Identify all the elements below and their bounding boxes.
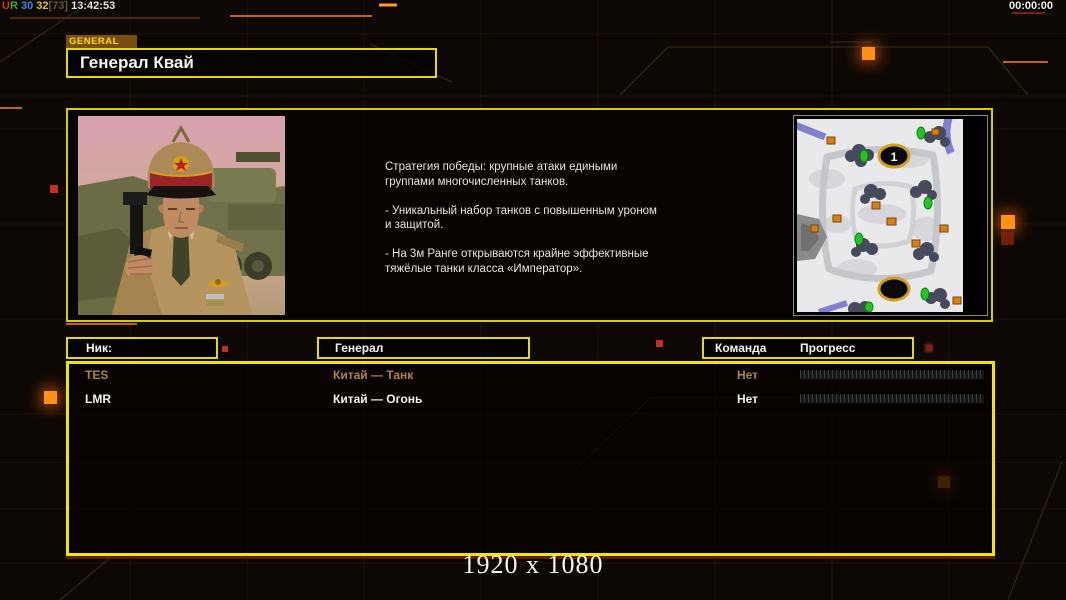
player-nick: TES bbox=[85, 368, 109, 382]
red-square bbox=[656, 340, 663, 347]
player-general: Китай — Танк bbox=[333, 368, 414, 382]
glow-square bbox=[862, 47, 875, 60]
player-general: Китай — Огонь bbox=[333, 392, 423, 406]
hud-divider bbox=[10, 17, 200, 19]
glow-square bbox=[44, 391, 57, 404]
column-header-progress: Прогресс bbox=[800, 341, 856, 355]
minimap-image: 1 bbox=[797, 119, 963, 312]
page-title-box: Генерал Квай bbox=[66, 48, 437, 78]
column-header-general: Генерал bbox=[317, 337, 530, 359]
red-square bbox=[925, 344, 933, 352]
red-square bbox=[222, 346, 228, 352]
column-header-team: Команда bbox=[715, 341, 767, 355]
player-nick: LMR bbox=[85, 392, 111, 406]
general-portrait-image bbox=[78, 116, 285, 315]
match-timer: 00:00:00 bbox=[1008, 0, 1053, 12]
timer-divider bbox=[1012, 12, 1045, 14]
column-header-nick: Ник: bbox=[66, 337, 218, 359]
glow-square-dim bbox=[1001, 232, 1014, 245]
resolution-watermark: 1920 x 1080 bbox=[462, 550, 604, 579]
strategy-text: Стратегия победы: крупные атаки едиными … bbox=[385, 161, 657, 275]
column-header-team-progress: Команда Прогресс bbox=[702, 337, 914, 359]
page-title: Генерал Квай bbox=[80, 53, 194, 72]
progress-bar bbox=[799, 393, 985, 404]
general-portrait bbox=[78, 116, 285, 315]
minimap: 1 bbox=[793, 115, 988, 316]
general-tab-label: GENERAL bbox=[66, 35, 137, 48]
player-row: LMR Китай — Огонь Нет bbox=[69, 388, 992, 410]
player-roster-panel: TES Китай — Танк Нет LMR Китай — Огонь Н… bbox=[66, 361, 995, 556]
glow-square bbox=[1001, 215, 1015, 229]
player-team: Нет bbox=[737, 368, 759, 382]
red-square bbox=[50, 185, 58, 193]
progress-bar bbox=[799, 369, 985, 380]
minimap-start-position-1: 1 bbox=[877, 143, 911, 169]
player-row: TES Китай — Танк Нет bbox=[69, 364, 992, 386]
briefing-panel: Стратегия победы: крупные атаки едиными … bbox=[66, 108, 993, 322]
player-team: Нет bbox=[737, 392, 759, 406]
svg-text:1: 1 bbox=[891, 150, 898, 164]
debug-stats-text: UR 30 32[73] 13:42:53 bbox=[2, 0, 116, 12]
minimap-start-position-2 bbox=[877, 276, 911, 302]
